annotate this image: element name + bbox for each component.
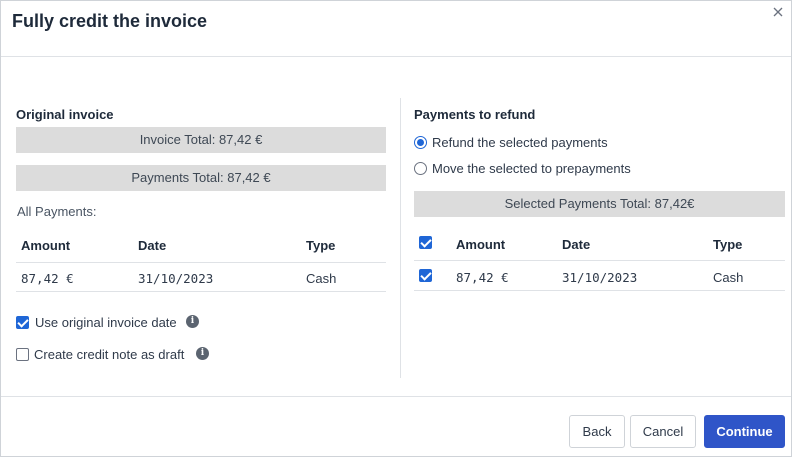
refund-amount-header: Amount [456, 237, 506, 252]
column-divider [400, 98, 401, 378]
payment-row-checkbox[interactable] [419, 269, 432, 282]
use-original-date-checkbox[interactable] [16, 316, 29, 329]
original-date-cell: 31/10/2023 [138, 271, 214, 286]
refund-date-cell: 31/10/2023 [562, 270, 638, 285]
refund-selected-label: Refund the selected payments [432, 135, 608, 150]
table-divider [414, 260, 785, 261]
info-icon[interactable]: i [196, 347, 209, 360]
refund-selected-radio[interactable] [414, 136, 427, 149]
select-all-payments-checkbox[interactable] [419, 236, 432, 249]
selected-payments-total-bar: Selected Payments Total: 87,42€ [414, 191, 785, 217]
original-amount-header: Amount [21, 238, 71, 253]
close-icon[interactable] [771, 5, 785, 19]
use-original-date-label: Use original invoice date [35, 315, 177, 330]
table-divider [16, 291, 386, 292]
move-to-prepayments-radio[interactable] [414, 162, 427, 175]
table-divider [16, 262, 386, 263]
continue-button[interactable]: Continue [704, 415, 785, 448]
credit-invoice-dialog: Fully credit the invoice Original invoic… [0, 0, 792, 457]
table-divider [414, 290, 785, 291]
dialog-title: Fully credit the invoice [12, 11, 208, 31]
refund-type-cell: Cash [713, 270, 744, 285]
payments-total-bar: Payments Total: 87,42 € [16, 165, 386, 191]
footer-divider [1, 396, 791, 397]
original-type-header: Type [306, 238, 336, 253]
original-date-header: Date [138, 238, 167, 253]
all-payments-label: All Payments: [17, 204, 97, 219]
credit-note-draft-checkbox[interactable] [16, 348, 29, 361]
invoice-total-bar: Invoice Total: 87,42 € [16, 127, 386, 153]
refund-amount-cell: 87,42 € [456, 270, 509, 285]
original-invoice-heading: Original invoice [16, 107, 114, 122]
move-to-prepayments-label: Move the selected to prepayments [432, 161, 631, 176]
original-type-cell: Cash [306, 271, 337, 286]
refund-date-header: Date [562, 237, 591, 252]
credit-note-draft-label: Create credit note as draft [34, 347, 185, 362]
back-button[interactable]: Back [569, 415, 625, 448]
cancel-button[interactable]: Cancel [630, 415, 696, 448]
refund-type-header: Type [713, 237, 743, 252]
payments-to-refund-heading: Payments to refund [414, 107, 536, 122]
original-amount-cell: 87,42 € [21, 271, 74, 286]
info-icon[interactable]: i [186, 315, 199, 328]
dialog-header: Fully credit the invoice [1, 1, 791, 57]
